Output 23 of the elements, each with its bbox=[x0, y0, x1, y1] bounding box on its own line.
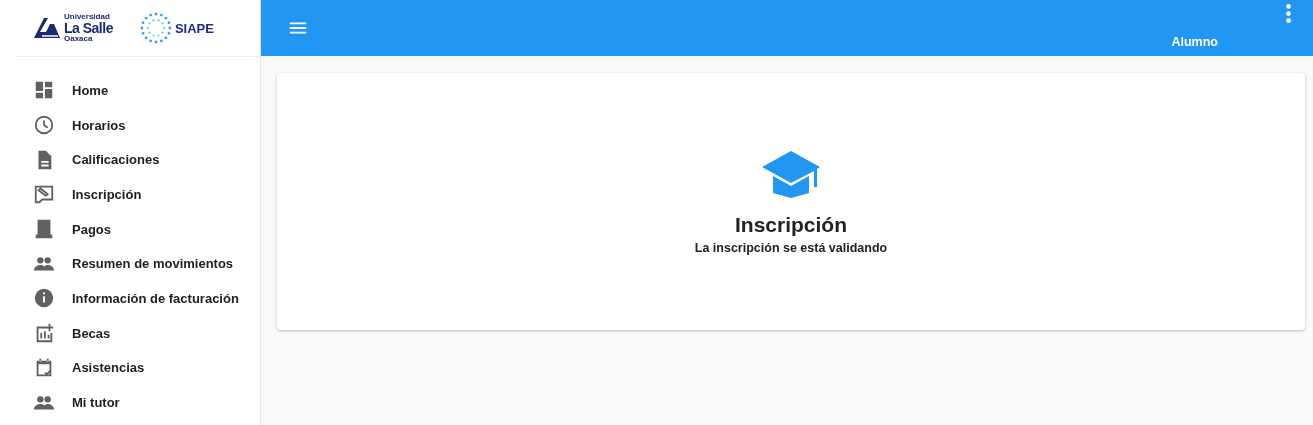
sidebar-item[interactable]: Horarios bbox=[0, 107, 260, 143]
info-icon bbox=[33, 287, 55, 310]
university-logo-icon bbox=[32, 16, 62, 40]
sidebar-item[interactable]: Inscripción bbox=[0, 177, 260, 212]
logo-text: Universidad bbox=[64, 13, 111, 21]
clock-icon bbox=[33, 114, 55, 137]
status-message: La inscripción se está validando bbox=[694, 240, 888, 255]
sidebar-item[interactable]: Pagos bbox=[0, 211, 260, 247]
card-title: Inscripción bbox=[735, 212, 847, 237]
sidebar-item[interactable]: Información de facturación bbox=[0, 281, 260, 316]
sidebar-item[interactable]: Mi tutor bbox=[0, 385, 260, 420]
sidebar-item[interactable]: Becas bbox=[0, 315, 260, 351]
dotted-circle-logo-icon bbox=[138, 11, 173, 45]
logo-text: SIAPE bbox=[174, 20, 214, 36]
logo-text: La Salle bbox=[64, 21, 113, 35]
logo-text: Oaxaca bbox=[64, 35, 94, 43]
sidebar-item[interactable]: Asistencias bbox=[0, 350, 260, 386]
sidebar-item[interactable]: Home bbox=[0, 73, 260, 108]
more-options-icon bbox=[1286, 3, 1291, 23]
sidebar-item[interactable]: Calificaciones bbox=[0, 142, 260, 178]
sidebar-item[interactable]: Resumen de movimientos bbox=[0, 246, 260, 282]
user-role: Alumno bbox=[1171, 35, 1218, 49]
graduation-cap-icon bbox=[760, 148, 822, 199]
